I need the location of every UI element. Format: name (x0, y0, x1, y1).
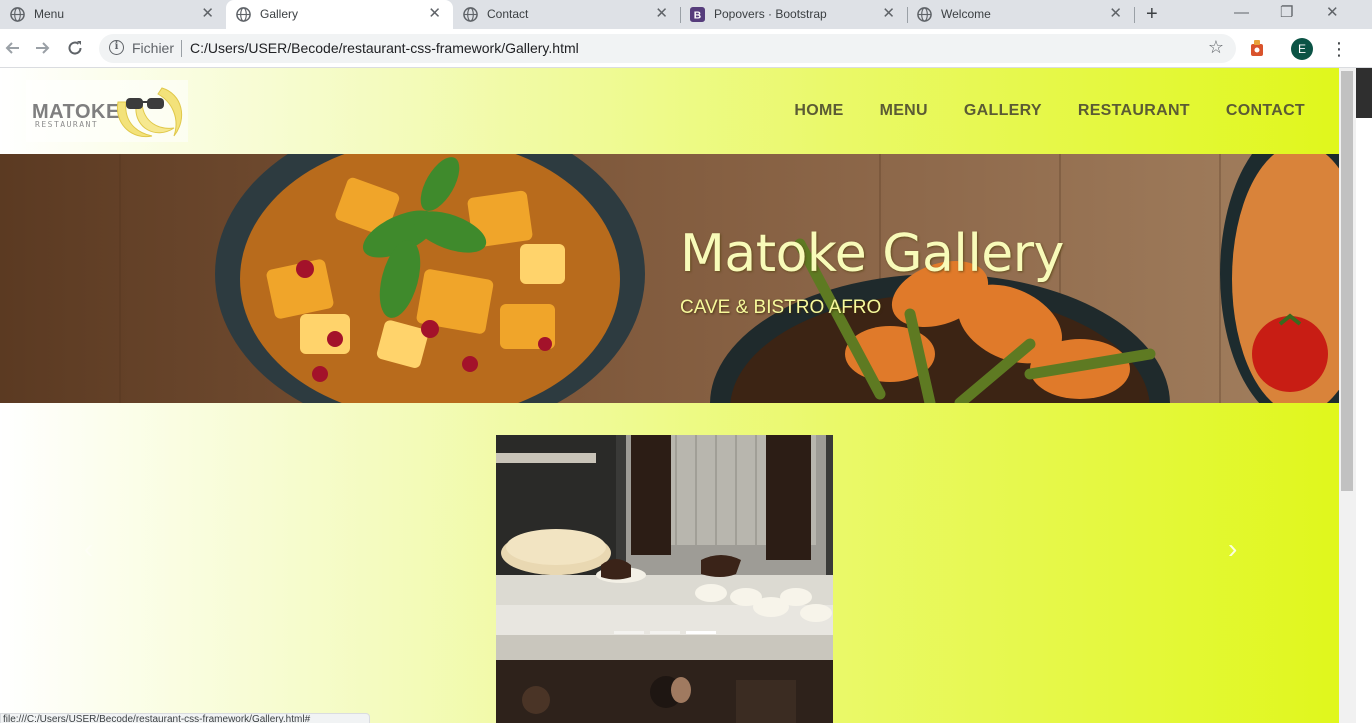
tab-title: Gallery (260, 7, 299, 21)
carousel-indicator-active[interactable] (686, 631, 716, 634)
close-icon[interactable]: ✕ (882, 6, 895, 21)
main-nav: HOME MENU GALLERY RESTAURANT CONTACT (794, 102, 1305, 120)
nav-menu[interactable]: MENU (880, 102, 928, 120)
new-tab-button[interactable]: + (1146, 3, 1158, 25)
carousel-indicator[interactable] (614, 631, 644, 634)
carousel-next-button[interactable]: › (1228, 533, 1237, 565)
address-bar[interactable]: i Fichier C:/Users/USER/Becode/restauran… (99, 34, 1236, 63)
site-navbar: MATOKE RESTAURANT HOME MENU GALLERY REST… (0, 68, 1339, 154)
carousel-prev-button[interactable]: ‹ (84, 533, 93, 565)
tab-contact[interactable]: Contact ✕ (453, 0, 680, 29)
nav-home[interactable]: HOME (794, 102, 843, 120)
status-bar-url: file:///C:/Users/USER/Becode/restaurant-… (0, 713, 370, 723)
dining-people-image (496, 660, 833, 723)
close-icon[interactable]: ✕ (428, 6, 441, 21)
browser-menu-icon[interactable]: ⋮ (1330, 38, 1348, 60)
globe-icon (236, 7, 251, 22)
nav-gallery[interactable]: GALLERY (964, 102, 1042, 120)
tab-welcome[interactable]: Welcome ✕ (907, 0, 1134, 29)
banana-sunglasses-icon (116, 87, 183, 138)
tab-popovers-bootstrap[interactable]: B Popovers · Bootstrap ✕ (680, 0, 907, 29)
page-scrollbar[interactable] (1339, 68, 1356, 723)
carousel-indicators (614, 631, 716, 634)
carousel-indicator[interactable] (650, 631, 680, 634)
nav-restaurant[interactable]: RESTAURANT (1078, 102, 1190, 120)
carousel-slide-bread (496, 435, 833, 660)
browser-toolbar: i Fichier C:/Users/USER/Becode/restauran… (0, 29, 1372, 68)
scheme-label: Fichier (132, 40, 175, 56)
close-icon[interactable]: ✕ (201, 6, 214, 21)
tab-separator (1134, 7, 1135, 23)
baker-kneading-image (496, 435, 833, 660)
hero-banner: Matoke Gallery CAVE & BISTRO AFRO (0, 154, 1339, 403)
bootstrap-icon: B (690, 7, 705, 22)
tab-menu[interactable]: Menu ✕ (0, 0, 226, 29)
reload-icon[interactable] (67, 40, 83, 56)
minimize-button[interactable]: — (1234, 3, 1249, 23)
scrollbar-thumb[interactable] (1341, 71, 1353, 491)
close-icon[interactable]: ✕ (1109, 6, 1122, 21)
address-divider (181, 40, 182, 57)
back-arrow-icon[interactable] (4, 40, 20, 56)
window-close-button[interactable]: ✕ (1326, 3, 1339, 23)
hero-subtitle: CAVE & BISTRO AFRO (680, 297, 882, 318)
close-icon[interactable]: ✕ (655, 6, 668, 21)
hero-title: Matoke Gallery (680, 224, 1064, 284)
svg-text:B: B (694, 11, 701, 22)
info-icon[interactable]: i (109, 40, 124, 55)
url-text[interactable]: C:/Users/USER/Becode/restaurant-css-fram… (190, 40, 579, 56)
globe-icon (10, 7, 25, 22)
profile-avatar[interactable]: E (1291, 38, 1313, 60)
globe-icon (917, 7, 932, 22)
tab-title: Contact (487, 7, 529, 21)
tab-title: Menu (34, 7, 65, 21)
nav-contact[interactable]: CONTACT (1226, 102, 1305, 120)
site-logo[interactable]: MATOKE RESTAURANT (26, 80, 188, 142)
logo-subtitle: RESTAURANT (35, 120, 99, 129)
carousel-slide-next-preview (496, 660, 833, 723)
page-body: MATOKE RESTAURANT HOME MENU GALLERY REST… (0, 68, 1339, 723)
browser-tab-strip: Menu ✕ Gallery ✕ Contact ✕ B Popovers · … (0, 0, 1372, 29)
hero-food-image (0, 154, 1339, 403)
side-panel-header (1356, 68, 1372, 118)
side-panel-edge (1356, 68, 1372, 723)
tab-title: Popovers · Bootstrap (714, 7, 827, 21)
globe-icon (463, 7, 478, 22)
forward-arrow-icon[interactable] (35, 40, 51, 56)
restore-button[interactable]: ❐ (1280, 3, 1293, 23)
bookmark-star-icon[interactable]: ☆ (1208, 37, 1224, 58)
extension-icon[interactable] (1250, 40, 1264, 57)
gallery-carousel: ‹ › (0, 403, 1339, 723)
tab-gallery[interactable]: Gallery ✕ (226, 0, 453, 29)
tab-title: Welcome (941, 7, 991, 21)
page-viewport: MATOKE RESTAURANT HOME MENU GALLERY REST… (0, 68, 1372, 723)
